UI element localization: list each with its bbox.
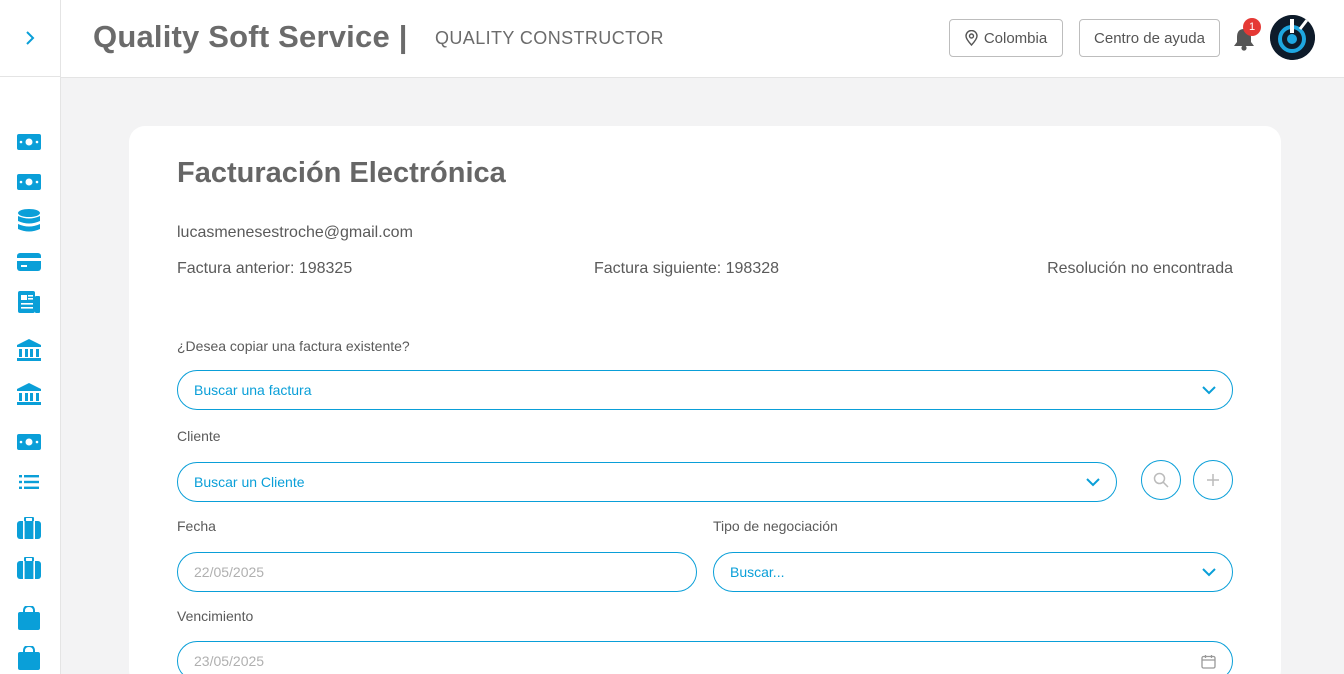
due-date-value: 23/05/2025 (194, 653, 265, 669)
add-client-button[interactable] (1193, 460, 1233, 500)
calendar-icon[interactable] (1201, 654, 1216, 669)
search-icon (1153, 472, 1169, 488)
invoice-form-card: Facturación Electrónica lucasmenesestroc… (129, 126, 1281, 674)
search-client-button[interactable] (1141, 460, 1181, 500)
plus-icon (1207, 474, 1219, 486)
due-date-label: Vencimiento (177, 608, 254, 624)
resolution-status: Resolución no encontrada (1047, 260, 1233, 277)
date-label: Fecha (177, 518, 216, 534)
bank-icon[interactable] (17, 382, 41, 406)
money-icon[interactable] (17, 430, 41, 454)
briefcase-icon[interactable] (17, 516, 41, 540)
chevron-down-icon (1202, 385, 1216, 394)
user-avatar[interactable] (1270, 15, 1315, 60)
client-label: Cliente (177, 428, 221, 444)
money-icon[interactable] (17, 130, 41, 154)
money-icon[interactable] (17, 170, 41, 194)
user-email: lucasmenesestroche@gmail.com (177, 224, 413, 241)
date-field[interactable]: 22/05/2025 (177, 552, 697, 592)
top-header: Quality Soft Service | QUALITY CONSTRUCT… (61, 0, 1344, 78)
chevron-down-icon (1202, 567, 1216, 576)
client-search-text: Buscar un Cliente (194, 474, 305, 490)
app-brand: Quality Soft Service | (93, 19, 408, 54)
database-icon[interactable] (17, 209, 41, 233)
copy-invoice-label: ¿Desea copiar una factura existente? (177, 338, 410, 354)
next-invoice: Factura siguiente: 198328 (594, 260, 780, 277)
country-label: Colombia (983, 29, 1048, 47)
shopping-bag-icon[interactable] (17, 646, 41, 670)
invoice-search-select[interactable]: Buscar una factura (177, 370, 1233, 410)
briefcase-icon[interactable] (17, 556, 41, 580)
credit-card-icon[interactable] (17, 250, 41, 274)
page-title: Facturación Electrónica (177, 157, 506, 189)
newspaper-icon[interactable] (17, 290, 41, 314)
negotiation-search-text: Buscar... (730, 564, 785, 580)
company-name: QUALITY CONSTRUCTOR (435, 28, 664, 48)
list-icon[interactable] (17, 470, 41, 494)
previous-invoice: Factura anterior: 198325 (177, 260, 353, 277)
bank-icon[interactable] (17, 338, 41, 362)
map-pin-icon (965, 30, 978, 46)
sidebar (0, 0, 61, 674)
invoice-search-text: Buscar una factura (194, 382, 312, 398)
date-value: 22/05/2025 (194, 564, 265, 580)
negotiation-type-label: Tipo de negociación (713, 518, 838, 534)
sidebar-toggle-button[interactable] (0, 0, 60, 77)
logo-icon (1270, 15, 1315, 60)
due-date-field[interactable]: 23/05/2025 (177, 641, 1233, 674)
client-search-select[interactable]: Buscar un Cliente (177, 462, 1117, 502)
help-center-button[interactable]: Centro de ayuda (1079, 19, 1220, 57)
shopping-bag-icon[interactable] (17, 606, 41, 630)
chevron-right-icon (26, 31, 35, 45)
country-selector-button[interactable]: Colombia (949, 19, 1063, 57)
chevron-down-icon (1086, 477, 1100, 486)
negotiation-type-select[interactable]: Buscar... (713, 552, 1233, 592)
notification-badge: 1 (1243, 18, 1261, 36)
